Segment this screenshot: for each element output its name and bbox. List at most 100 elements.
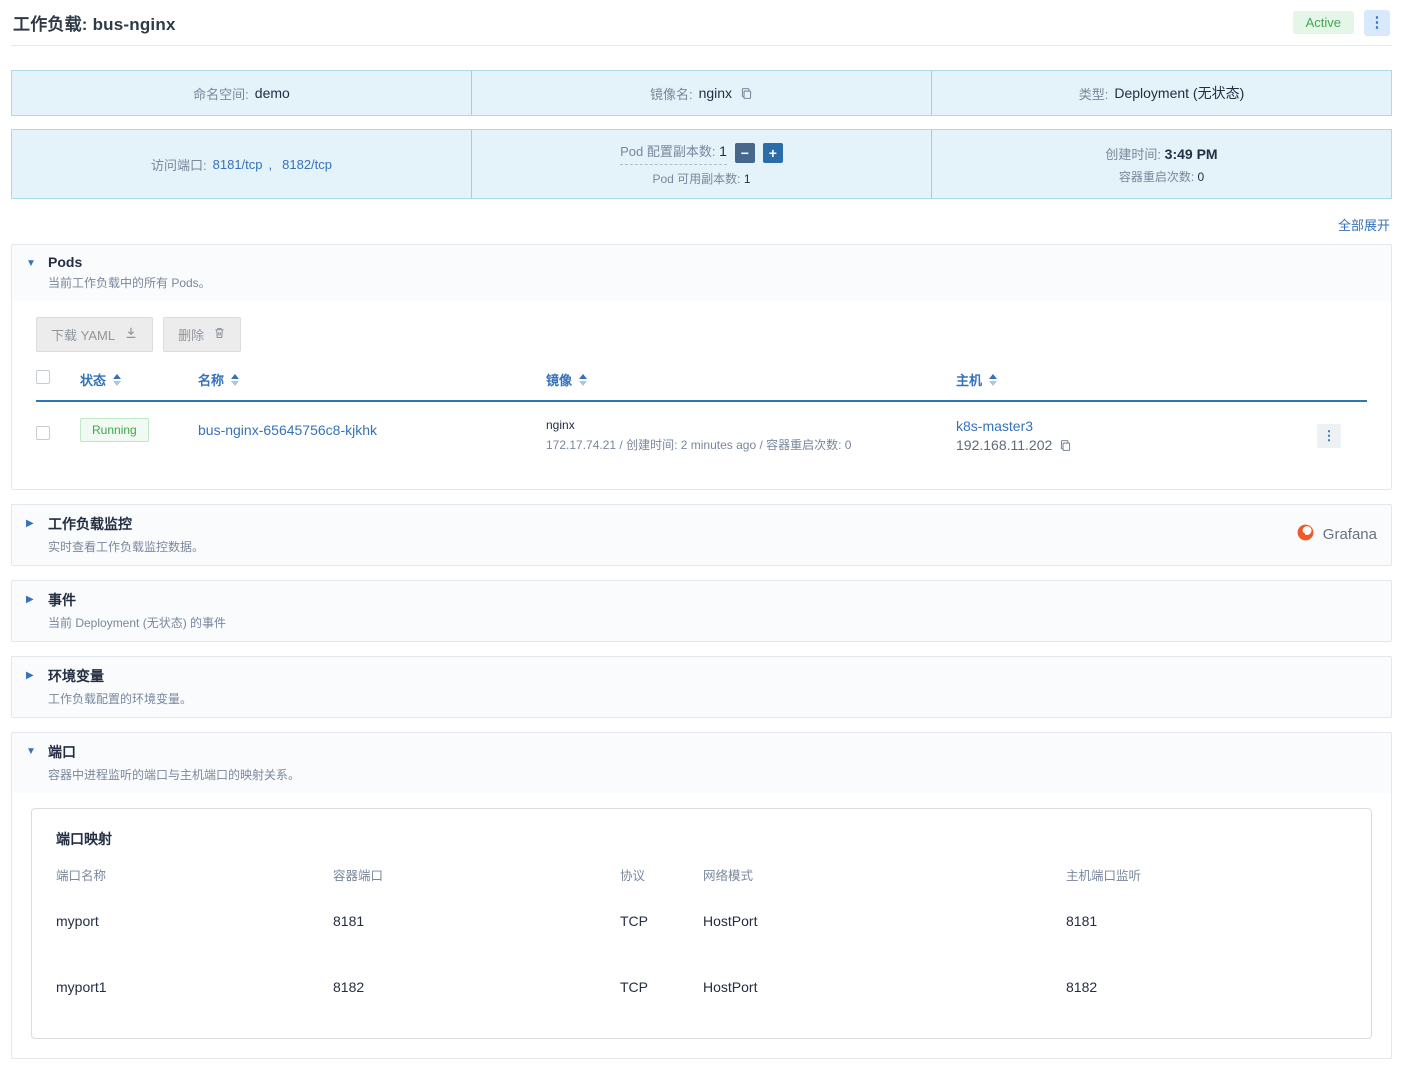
download-yaml-button[interactable]: 下载 YAML <box>36 317 154 352</box>
image-label: 镜像名: <box>649 86 693 102</box>
delete-label: 删除 <box>178 328 205 343</box>
pod-row-actions-button[interactable]: ⋮ <box>1317 424 1341 448</box>
namespace-value: demo <box>254 85 290 101</box>
replicas-increase-button[interactable]: + <box>762 143 783 163</box>
protocol: TCP <box>620 913 648 929</box>
expand-all-link[interactable]: 全部展开 <box>1338 218 1390 233</box>
column-status[interactable]: 状态 <box>80 370 198 389</box>
section-pods: ▼ Pods 当前工作负载中的所有 Pods。 下载 YAML 删除 状态 名称… <box>11 244 1392 490</box>
pod-host-cell: k8s-master3 192.168.11.202 <box>956 418 1317 453</box>
container-port: 8182 <box>333 979 365 995</box>
replicas-config: Pod 配置副本数: 1 <box>620 141 727 165</box>
row-checkbox[interactable] <box>36 426 50 440</box>
host-port: 8182 <box>1066 979 1098 995</box>
restarts-line: 容器重启次数: 0 <box>1119 168 1204 185</box>
section-monitoring-subtitle: 实时查看工作负载监控数据。 <box>48 540 205 554</box>
ports-cell: 访问端口: 8181/tcp, 8182/tcp <box>12 130 471 198</box>
page-header: 工作负载: bus-nginx Active ⋮ <box>11 0 1392 46</box>
section-pods-subtitle: 当前工作负载中的所有 Pods。 <box>48 276 211 290</box>
section-ports-header[interactable]: ▼ 端口 容器中进程监听的端口与主机端口的映射关系。 <box>12 733 1391 793</box>
port-link[interactable]: 8181/tcp <box>213 157 263 172</box>
replicas-available-line: Pod 可用副本数: 1 <box>652 170 750 187</box>
sort-icon[interactable] <box>579 373 588 386</box>
host-name-link[interactable]: k8s-master3 <box>956 418 1317 434</box>
workload-status-bar: 访问端口: 8181/tcp, 8182/tcp Pod 配置副本数: 1 − … <box>11 129 1392 199</box>
replicas-config-line: Pod 配置副本数: 1 − + <box>620 141 783 165</box>
pod-status-badge: Running <box>80 418 149 442</box>
pods-toolbar: 下载 YAML 删除 <box>36 317 1367 352</box>
replicas-decrease-button[interactable]: − <box>734 143 755 163</box>
collapse-icon[interactable]: ▼ <box>26 258 38 269</box>
ports-table-header: 端口名称 容器端口 协议 网络模式 主机端口监听 <box>56 849 1347 888</box>
delete-button[interactable]: 删除 <box>163 317 242 352</box>
column-status-label: 状态 <box>80 373 107 388</box>
port-mapping-card: 端口映射 端口名称 容器端口 协议 网络模式 主机端口监听 myport 818… <box>31 808 1372 1039</box>
host-ip-value: 192.168.11.202 <box>956 437 1053 453</box>
section-pods-heading: Pods 当前工作负载中的所有 Pods。 <box>48 254 211 291</box>
created-value: 3:49 PM <box>1164 145 1218 162</box>
available-label: Pod 可用副本数: <box>652 172 741 186</box>
pod-name-link[interactable]: bus-nginx-65645756c8-kjkhk <box>198 422 546 438</box>
section-ports-heading: 端口 容器中进程监听的端口与主机端口的映射关系。 <box>48 742 300 783</box>
section-monitoring: ▶ 工作负载监控 实时查看工作负载监控数据。 Grafana <box>11 504 1392 566</box>
host-ip: 192.168.11.202 <box>956 437 1317 453</box>
type-value: Deployment (无状态) <box>1114 85 1245 101</box>
port-row: myport1 8182 TCP HostPort 8182 <box>56 954 1347 1020</box>
ports-separator: , <box>268 156 273 172</box>
column-name[interactable]: 名称 <box>198 370 546 389</box>
sort-icon[interactable] <box>231 373 240 386</box>
network-mode: HostPort <box>703 979 758 995</box>
sort-icon[interactable] <box>989 373 998 386</box>
col-container-port: 容器端口 <box>333 869 384 883</box>
port-name: myport1 <box>56 979 107 995</box>
section-monitoring-heading: 工作负载监控 实时查看工作负载监控数据。 <box>48 514 204 555</box>
section-env: ▶ 环境变量 工作负载配置的环境变量。 <box>11 656 1392 718</box>
col-host-port: 主机端口监听 <box>1066 869 1142 883</box>
section-pods-header[interactable]: ▼ Pods 当前工作负载中的所有 Pods。 <box>12 245 1391 301</box>
pods-table: 状态 名称 镜像 主机 Running bus-nginx-65645756c8… <box>36 370 1367 463</box>
download-icon <box>124 326 138 343</box>
copy-icon[interactable] <box>1059 439 1072 452</box>
created-cell: 创建时间: 3:49 PM 容器重启次数: 0 <box>931 130 1391 198</box>
column-name-label: 名称 <box>198 373 225 388</box>
expand-icon[interactable]: ▶ <box>26 594 38 605</box>
col-mode: 网络模式 <box>703 869 754 883</box>
section-events-title: 事件 <box>48 592 76 608</box>
plus-icon: + <box>768 145 777 161</box>
column-host[interactable]: 主机 <box>956 370 1317 389</box>
sort-icon[interactable] <box>113 373 122 386</box>
column-image[interactable]: 镜像 <box>546 370 956 389</box>
section-env-header[interactable]: ▶ 环境变量 工作负载配置的环境变量。 <box>12 657 1391 717</box>
section-events-heading: 事件 当前 Deployment (无状态) 的事件 <box>48 590 226 631</box>
section-events: ▶ 事件 当前 Deployment (无状态) 的事件 <box>11 580 1392 642</box>
collapse-icon[interactable]: ▼ <box>26 746 38 757</box>
namespace-cell: 命名空间: demo <box>12 71 471 115</box>
ports-content: 端口映射 端口名称 容器端口 协议 网络模式 主机端口监听 myport 818… <box>12 793 1391 1058</box>
grafana-link[interactable]: Grafana <box>1296 523 1377 546</box>
status-badge: Active <box>1292 11 1354 34</box>
kebab-icon: ⋮ <box>1369 14 1385 31</box>
download-yaml-label: 下载 YAML <box>51 328 116 343</box>
section-monitoring-title: 工作负载监控 <box>48 516 132 532</box>
section-events-header[interactable]: ▶ 事件 当前 Deployment (无状态) 的事件 <box>12 581 1391 641</box>
more-actions-button[interactable]: ⋮ <box>1364 9 1390 36</box>
grafana-icon <box>1296 523 1315 546</box>
network-mode: HostPort <box>703 913 758 929</box>
column-image-label: 镜像 <box>546 373 573 388</box>
created-line: 创建时间: 3:49 PM <box>1105 144 1217 163</box>
port-link[interactable]: 8182/tcp <box>282 157 332 172</box>
select-all-checkbox[interactable] <box>36 370 50 384</box>
expand-icon[interactable]: ▶ <box>26 670 38 681</box>
port-row: myport 8181 TCP HostPort 8181 <box>56 888 1347 954</box>
pod-image-detail: 172.17.74.21 / 创建时间: 2 minutes ago / 容器重… <box>546 438 852 452</box>
section-env-subtitle: 工作负载配置的环境变量。 <box>48 692 193 706</box>
expand-icon[interactable]: ▶ <box>26 518 38 529</box>
section-monitoring-header[interactable]: ▶ 工作负载监控 实时查看工作负载监控数据。 Grafana <box>12 505 1391 565</box>
protocol: TCP <box>620 979 648 995</box>
section-ports-subtitle: 容器中进程监听的端口与主机端口的映射关系。 <box>48 768 301 782</box>
type-cell: 类型: Deployment (无状态) <box>931 71 1391 115</box>
namespace-label: 命名空间: <box>193 86 249 102</box>
copy-icon[interactable] <box>740 87 753 100</box>
type-label: 类型: <box>1078 86 1109 102</box>
replicas-value: 1 <box>719 143 727 159</box>
